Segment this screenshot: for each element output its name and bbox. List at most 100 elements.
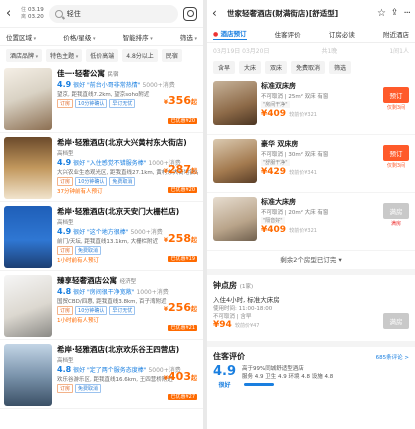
back-icon[interactable]: ‹ bbox=[6, 6, 16, 21]
chip-twin[interactable]: 双床 bbox=[265, 60, 288, 74]
hotel-card[interactable]: 佳一·轻奢公寓 民宿 4.9 很好 "前台小哥非常热情" 5000+消费 望京,… bbox=[0, 64, 203, 133]
checkin-label: 住 bbox=[21, 6, 27, 13]
user-icon[interactable] bbox=[183, 6, 197, 21]
search-icon bbox=[54, 9, 63, 18]
search-header: ‹ 住 03.19 离 03.20 轻住 bbox=[0, 0, 203, 28]
hotel-card[interactable]: 希岸·轻雅酒店(北京天安门大栅栏店) 高档型 4.9 很好 "这个地方很棒" 5… bbox=[0, 202, 203, 271]
rooms-left: 仅剩3间 bbox=[386, 105, 406, 111]
checkout-label: 离 bbox=[21, 13, 27, 20]
review-score: 4.9 很好 bbox=[213, 364, 237, 390]
hotel-photo bbox=[4, 137, 52, 199]
room-card[interactable]: 标准双床房 不可取消 | 25m² 双床 有窗 "房间干净" ¥409 较前价¥… bbox=[207, 77, 415, 135]
review-rank: 高于99%同城舒适型酒店 bbox=[242, 366, 304, 372]
hotel-photo bbox=[4, 206, 52, 268]
room-card[interactable]: 豪华 双床房 不可取消 | 30m² 双床 有窗 "舒服干净" ¥429 较前价… bbox=[207, 135, 415, 193]
discount-badge: 已优惠¥20 bbox=[168, 187, 197, 193]
discount-badge: 已优惠¥19 bbox=[168, 256, 197, 262]
hotel-type: 高档型 bbox=[57, 151, 74, 157]
tab-reviews[interactable]: 住客评价 bbox=[275, 29, 301, 39]
full-button[interactable]: 满房 bbox=[383, 203, 409, 219]
hotel-card[interactable]: 希岸·轻雅酒店(北京欢乐谷王四营店) 高档型 4.8 很好 "定了两个服务态度棒… bbox=[0, 340, 203, 409]
chip-rating[interactable]: 4.8分以上 bbox=[122, 48, 158, 62]
tab-nearby[interactable]: 附近酒店 bbox=[383, 29, 409, 39]
book-button[interactable]: 预订 bbox=[383, 145, 409, 161]
hotel-name: 希岸·轻雅酒店(北京欢乐谷王四营店) bbox=[57, 345, 180, 354]
hourly-price: ¥94 较前价¥47 bbox=[213, 320, 260, 330]
hotel-price: ¥256起 已优惠¥21 bbox=[163, 301, 197, 331]
hotel-type: 民宿 bbox=[107, 72, 119, 78]
chip-breakfast[interactable]: 含早 bbox=[213, 60, 236, 74]
room-card[interactable]: 标准大床房 不可取消 | 20m² 大床 有窗 "隔音好" ¥409 较前价¥3… bbox=[207, 193, 415, 251]
detail-header: ‹ 世家轻奢酒店(财满街店)[舒适型] ☆ ⇪ ··· bbox=[207, 0, 415, 26]
review-title: 住客评价 bbox=[213, 352, 245, 361]
chip-homestay[interactable]: 民宿 bbox=[161, 48, 182, 62]
search-query: 轻住 bbox=[66, 9, 81, 18]
filter-more[interactable]: 筛选 bbox=[180, 32, 197, 42]
detail-tabs: ● 酒店预订 住客评价 订房必读 附近酒店 bbox=[207, 26, 415, 43]
back-icon[interactable]: ‹ bbox=[212, 6, 222, 20]
hourly-note: 不可取消 | 含早 bbox=[213, 314, 252, 320]
hotel-detail-screen: ‹ 世家轻奢酒店(财满街店)[舒适型] ☆ ⇪ ··· ● 酒店预订 住客评价 … bbox=[207, 0, 415, 429]
room-photo bbox=[213, 197, 257, 241]
filter-bar: 位置区域 价格/星级 智能排序 筛选 bbox=[0, 28, 203, 46]
hotel-name: 希岸·轻雅酒店(北京大兴黄村东大街店) bbox=[57, 138, 187, 147]
room-status: 满房 bbox=[390, 221, 401, 227]
hotel-list-screen: ‹ 住03.19 离03.20 轻住 位置区域 价格/星级 智能排序 筛选 酒店… bbox=[0, 0, 203, 429]
chip-brand[interactable]: 酒店品牌 bbox=[6, 48, 43, 62]
room-quote: "隔音好" bbox=[261, 217, 285, 224]
checkin-date: 03.19 bbox=[28, 6, 44, 13]
chip-filter[interactable]: 筛选 bbox=[329, 60, 352, 74]
room-quote: "房间干净" bbox=[261, 101, 290, 108]
share-icon[interactable]: ⇪ bbox=[391, 8, 399, 18]
hotel-name: 臻享轻奢酒店公寓 经济型 bbox=[57, 276, 137, 285]
chip-king[interactable]: 大床 bbox=[239, 60, 262, 74]
hotel-name: 希岸·轻雅酒店(北京天安门大栅栏店) bbox=[57, 207, 180, 216]
room-filter-chips: 含早 大床 双床 免费取消 筛选 bbox=[207, 57, 415, 77]
review-section: 住客评价 685条评论 > 4.9 很好 高于99%同城舒适型酒店 服务 4.9 … bbox=[207, 347, 415, 407]
hourly-desc: 入住4小时, 标准大床房 bbox=[213, 296, 280, 304]
chip-free-cancel[interactable]: 免费取消 bbox=[291, 60, 326, 74]
hotel-name: 佳一·轻奢公寓 民宿 bbox=[57, 69, 119, 78]
discount-badge: 已优惠¥20 bbox=[168, 118, 197, 124]
quick-chips: 酒店品牌 特色主题 低价高端 4.8分以上 民宿 bbox=[0, 46, 203, 64]
rooms-left: 仅剩3间 bbox=[386, 163, 406, 169]
filter-location[interactable]: 位置区域 bbox=[6, 32, 36, 42]
favorite-icon[interactable]: ☆ bbox=[377, 8, 386, 19]
hotel-price: ¥287起 已优惠¥20 bbox=[163, 163, 197, 193]
hotel-card[interactable]: 臻享轻奢酒店公寓 经济型 4.8 很好 "房间很干净宽敞" 1000+消费 国贸… bbox=[0, 271, 203, 340]
hotel-type: 经济型 bbox=[119, 279, 137, 285]
filter-price[interactable]: 价格/星级 bbox=[63, 32, 95, 42]
checkout-date: 03.20 bbox=[28, 13, 44, 20]
more-icon[interactable]: ··· bbox=[403, 8, 410, 19]
room-quote: "舒服干净" bbox=[261, 159, 290, 166]
search-input[interactable]: 轻住 bbox=[48, 4, 178, 23]
hotel-price: ¥356起 已优惠¥20 bbox=[163, 94, 197, 124]
room-photo bbox=[213, 81, 257, 125]
hotel-title: 世家轻奢酒店(财满街店)[舒适型] bbox=[227, 8, 339, 18]
chip-theme[interactable]: 特色主题 bbox=[46, 48, 83, 62]
chip-value[interactable]: 低价高端 bbox=[86, 48, 119, 62]
hourly-full-button[interactable]: 满房 bbox=[383, 313, 409, 329]
hotel-rating: 4.8 很好 "房间很干净宽敞" 1000+消费 bbox=[57, 287, 169, 296]
hotel-price: ¥258起 已优惠¥19 bbox=[163, 232, 197, 262]
book-button[interactable]: 预订 bbox=[383, 87, 409, 103]
review-breakdown: 服务 4.9 卫生 4.9 环境 4.8 设施 4.8 bbox=[242, 374, 334, 380]
section-title: 钟点房 (1家) bbox=[213, 281, 254, 290]
tab-booking[interactable]: ● 酒店预订 bbox=[213, 28, 247, 40]
hotel-type: 高档型 bbox=[57, 358, 74, 364]
hotel-type: 高档型 bbox=[57, 220, 74, 226]
hotel-rating: 4.9 很好 "前台小哥非常热情" 5000+消费 bbox=[57, 80, 175, 89]
hotel-card[interactable]: 希岸·轻雅酒店(北京大兴黄村东大街店) 高档型 4.9 很好 "入住感觉不错服务… bbox=[0, 133, 203, 202]
discount-badge: 已优惠¥21 bbox=[168, 325, 197, 331]
tab-policies[interactable]: 订房必读 bbox=[329, 29, 355, 39]
hotel-photo bbox=[4, 68, 52, 130]
review-count-link[interactable]: 685条评论 > bbox=[376, 353, 409, 361]
more-rooms-link[interactable]: 剩余2个房型已订完 ▾ bbox=[207, 251, 415, 275]
discount-badge: 已优惠¥27 bbox=[168, 394, 197, 400]
stay-dates[interactable]: 03月19日 03月20日 共1晚 1间1人 bbox=[207, 43, 415, 57]
room-photo bbox=[213, 139, 257, 183]
hotel-photo bbox=[4, 275, 52, 337]
location-pin-icon: ● bbox=[213, 31, 219, 38]
date-picker[interactable]: 住 03.19 离 03.20 bbox=[21, 7, 44, 21]
filter-sort[interactable]: 智能排序 bbox=[123, 32, 153, 42]
